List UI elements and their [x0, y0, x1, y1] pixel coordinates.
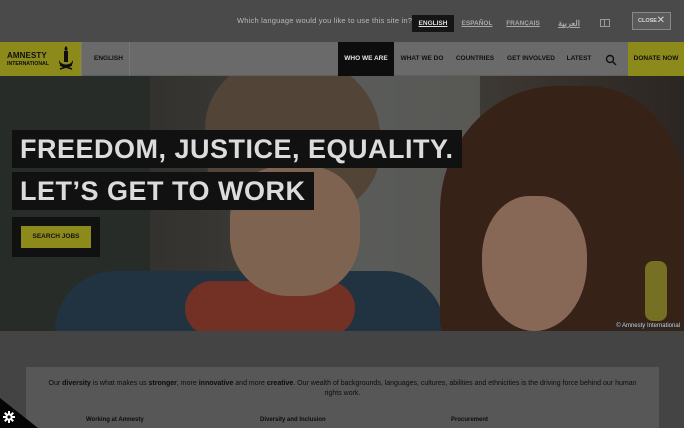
intro-text: stronger: [148, 380, 177, 387]
nav-item-countries[interactable]: COUNTRIES: [452, 42, 498, 76]
donate-button[interactable]: DONATE NOW: [628, 42, 684, 76]
hero-banner: FREEDOM, JUSTICE, EQUALITY. LET’S GET TO…: [0, 76, 684, 331]
intro-card: Our diversity is what makes us stronger,…: [26, 367, 659, 428]
language-prompt: Which language would you like to use thi…: [237, 16, 413, 25]
language-option-spanish[interactable]: ESPAÑOL: [459, 15, 495, 32]
intro-text: creative: [266, 380, 294, 387]
main-navigation: AMNESTY INTERNATIONAL ENGLISH WHO WE ARE…: [0, 42, 684, 76]
amnesty-logo[interactable]: AMNESTY INTERNATIONAL: [0, 42, 81, 76]
language-icon[interactable]: [600, 19, 610, 27]
intro-text: Our: [48, 380, 63, 387]
hero-headline-line2: LET’S GET TO WORK: [12, 172, 314, 210]
hero-headline-line1: FREEDOM, JUSTICE, EQUALITY.: [12, 130, 462, 168]
gear-icon[interactable]: [3, 411, 15, 423]
intro-text: , more: [176, 380, 199, 387]
intro-text: . Our wealth of backgrounds, languages, …: [293, 380, 637, 397]
close-label: CLOSE: [638, 18, 657, 24]
intro-text: diversity: [62, 380, 91, 387]
candle-icon: [59, 46, 73, 70]
search-jobs-container: SEARCH JOBS: [12, 217, 100, 257]
logo-text-line2: INTERNATIONAL: [7, 61, 49, 67]
search-icon[interactable]: [605, 54, 617, 66]
nav-divider: [81, 42, 82, 76]
nav-item-get-involved[interactable]: GET INVOLVED: [506, 42, 556, 76]
language-option-english[interactable]: ENGLISH: [412, 15, 454, 32]
link-diversity-and-inclusion[interactable]: Diversity and Inclusion: [260, 417, 326, 423]
intro-text: and more: [233, 380, 267, 387]
nav-divider: [129, 42, 130, 76]
intro-text: is what makes us: [90, 380, 149, 387]
link-procurement[interactable]: Procurement: [451, 417, 488, 423]
nav-item-latest[interactable]: LATEST: [562, 42, 596, 76]
nav-item-what-we-do[interactable]: WHAT WE DO: [398, 42, 446, 76]
search-jobs-button[interactable]: SEARCH JOBS: [21, 226, 91, 248]
language-bar: Which language would you like to use thi…: [0, 0, 684, 42]
language-option-arabic[interactable]: العربية: [553, 15, 585, 32]
intro-paragraph: Our diversity is what makes us stronger,…: [40, 379, 645, 399]
language-switcher[interactable]: ENGLISH: [94, 55, 123, 62]
logo-text-line1: AMNESTY: [7, 51, 47, 60]
language-option-french[interactable]: FRANÇAIS: [503, 15, 543, 32]
intro-text: innovative: [198, 380, 234, 387]
link-working-at-amnesty[interactable]: Working at Amnesty: [86, 417, 144, 423]
nav-item-who-we-are[interactable]: WHO WE ARE: [338, 42, 394, 76]
photo-credit: © Amnesty International: [614, 322, 682, 330]
close-language-bar-button[interactable]: CLOSE ✕: [632, 12, 671, 30]
close-icon: ✕: [656, 15, 665, 26]
content-section: Our diversity is what makes us stronger,…: [0, 331, 684, 428]
